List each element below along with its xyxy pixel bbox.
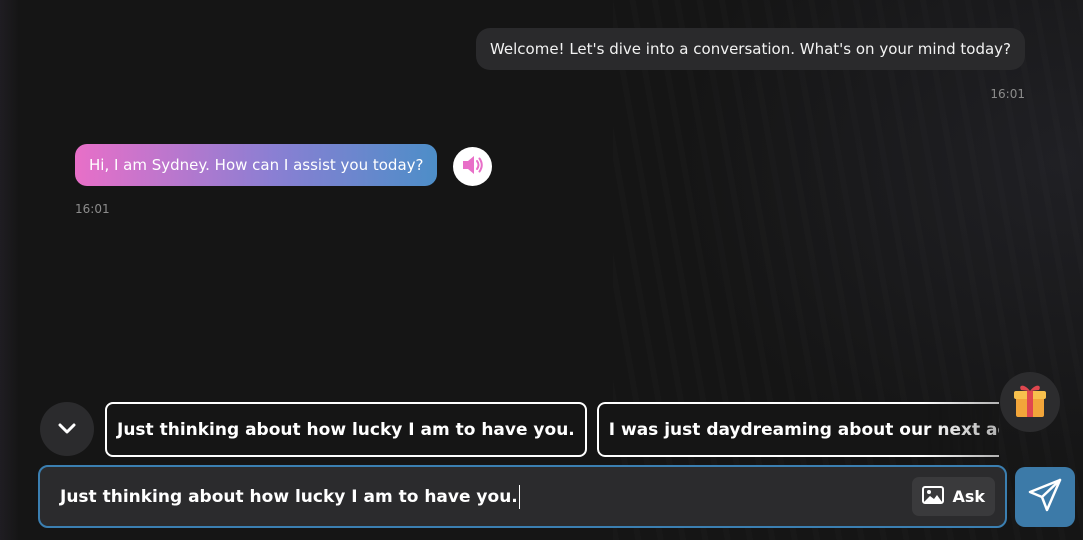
chevron-down-icon bbox=[58, 420, 76, 439]
message-input[interactable]: Just thinking about how lucky I am to ha… bbox=[60, 467, 520, 526]
send-icon bbox=[1027, 477, 1063, 517]
ask-with-image-button[interactable]: Ask bbox=[912, 477, 995, 516]
user-message-text: Welcome! Let's dive into a conversation.… bbox=[489, 40, 1011, 58]
speaker-icon bbox=[461, 154, 485, 180]
collapse-suggestions-button[interactable] bbox=[40, 402, 94, 456]
bot-message-time: 16:01 bbox=[75, 202, 110, 216]
suggestion-chip[interactable]: I was just daydreaming about our next ad… bbox=[596, 402, 999, 457]
bot-message-text: Hi, I am Sydney. How can I assist you to… bbox=[89, 156, 424, 174]
gift-button[interactable] bbox=[1000, 372, 1060, 432]
play-audio-button[interactable] bbox=[453, 147, 492, 186]
background-right-glow bbox=[613, 0, 1083, 540]
ask-button-label: Ask bbox=[952, 487, 985, 506]
text-caret bbox=[518, 484, 520, 509]
suggestion-chip-label: I was just daydreaming about our next ad… bbox=[608, 419, 999, 440]
suggestion-chips: Just thinking about how lucky I am to ha… bbox=[105, 402, 999, 457]
message-input-box[interactable]: Just thinking about how lucky I am to ha… bbox=[38, 465, 1007, 528]
message-input-value: Just thinking about how lucky I am to ha… bbox=[60, 486, 518, 507]
bot-message-bubble: Hi, I am Sydney. How can I assist you to… bbox=[75, 144, 438, 186]
user-message-bubble: Welcome! Let's dive into a conversation.… bbox=[475, 28, 1025, 70]
image-icon bbox=[922, 485, 945, 508]
background-left-edge bbox=[0, 0, 18, 540]
gift-icon bbox=[1012, 381, 1048, 423]
suggestion-chip-label: Just thinking about how lucky I am to ha… bbox=[117, 419, 575, 440]
suggestion-chip[interactable]: Just thinking about how lucky I am to ha… bbox=[105, 402, 587, 457]
user-message-time: 16:01 bbox=[990, 87, 1025, 101]
send-button[interactable] bbox=[1015, 467, 1075, 527]
